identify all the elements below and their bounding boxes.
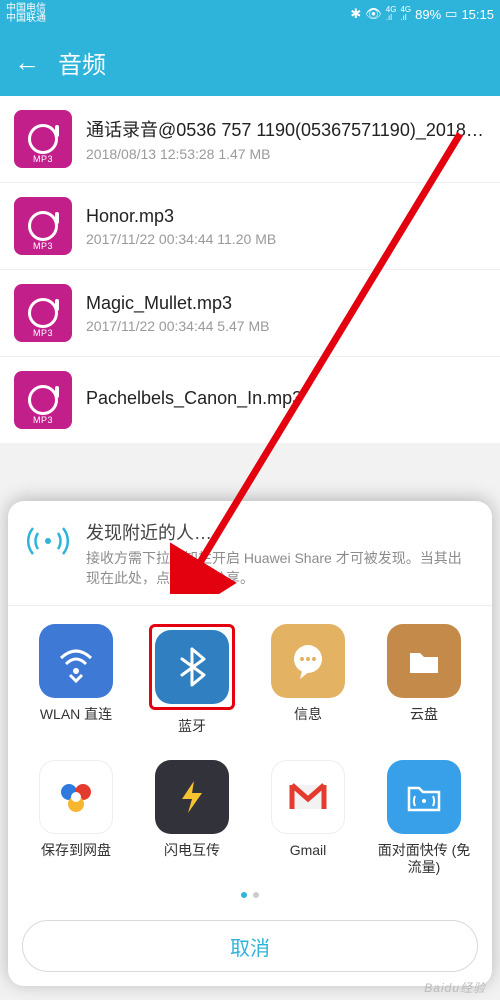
file-name: 通话录音@0536 757 1190(05367571190)_20180813… <box>86 116 486 142</box>
file-meta: 2017/11/22 00:34:44 5.47 MB <box>86 318 486 334</box>
eye-icon: 👁 <box>365 6 382 22</box>
file-name: Pachelbels_Canon_In.mp3 <box>86 388 486 409</box>
share-app-label: 云盘 <box>410 706 438 723</box>
share-app-label: 面对面快传 (免流量) <box>374 842 474 876</box>
share-app-label: 保存到网盘 <box>41 842 111 859</box>
share-app-label: WLAN 直连 <box>40 706 112 723</box>
share-baidu-netdisk[interactable]: 保存到网盘 <box>18 760 134 876</box>
network-icons: 4G .ıl <box>386 6 397 22</box>
app-header: ← 音频 <box>0 28 500 96</box>
page-indicator <box>8 882 492 914</box>
share-desc: 接收方需下拉通知栏开启 Huawei Share 才可被发现。当其出现在此处，点… <box>86 549 474 588</box>
bluetooth-icon: ✱ <box>350 6 361 22</box>
status-bar: 中国电信 中国联通 ✱ 👁 4G .ıl 4G .ıl 89% ▭ 15:15 <box>0 0 500 28</box>
share-app-label: 闪电互传 <box>164 842 220 859</box>
huawei-share-icon <box>26 519 70 563</box>
file-item[interactable]: MP3 Pachelbels_Canon_In.mp3 <box>0 357 500 443</box>
dot <box>253 892 259 898</box>
carriers: 中国电信 中国联通 <box>6 4 46 24</box>
share-messages[interactable]: 信息 <box>250 624 366 735</box>
dot-active <box>241 892 247 898</box>
mp3-icon: MP3 <box>14 284 72 342</box>
share-gmail[interactable]: Gmail <box>250 760 366 876</box>
share-cloud-drive[interactable]: 云盘 <box>366 624 482 735</box>
share-title: 发现附近的人… <box>86 519 474 545</box>
watermark: Baidu经验 <box>424 979 486 996</box>
file-item[interactable]: MP3 通话录音@0536 757 1190(05367571190)_2018… <box>0 96 500 183</box>
back-icon[interactable]: ← <box>14 47 40 78</box>
file-item[interactable]: MP3 Magic_Mullet.mp3 2017/11/22 00:34:44… <box>0 270 500 357</box>
battery-icon: ▭ <box>445 6 457 22</box>
share-sheet-header: 发现附近的人… 接收方需下拉通知栏开启 Huawei Share 才可被发现。当… <box>8 501 492 605</box>
mp3-icon: MP3 <box>14 371 72 429</box>
carrier-2: 中国联通 <box>6 14 46 24</box>
share-app-label: 信息 <box>294 706 322 723</box>
folder-icon <box>402 639 446 683</box>
share-flash-transfer[interactable]: 闪电互传 <box>134 760 250 876</box>
share-app-label: 蓝牙 <box>178 718 206 735</box>
share-face-to-face[interactable]: 面对面快传 (免流量) <box>366 760 482 876</box>
battery-percent: 89% <box>415 7 441 22</box>
share-bluetooth[interactable]: 蓝牙 <box>134 624 250 735</box>
baidu-cloud-icon <box>51 772 101 822</box>
lightning-icon <box>172 777 212 817</box>
file-meta: 2017/11/22 00:34:44 11.20 MB <box>86 231 486 247</box>
share-sheet: 发现附近的人… 接收方需下拉通知栏开启 Huawei Share 才可被发现。当… <box>8 501 492 986</box>
gmail-icon <box>284 773 332 821</box>
cancel-button[interactable]: 取消 <box>22 920 478 972</box>
file-name: Magic_Mullet.mp3 <box>86 293 486 314</box>
network-icons-2: 4G .ıl <box>400 6 411 22</box>
clock: 15:15 <box>461 7 494 22</box>
tutorial-highlight <box>149 624 235 710</box>
mp3-icon: MP3 <box>14 110 72 168</box>
file-name: Honor.mp3 <box>86 206 486 227</box>
audio-list[interactable]: MP3 通话录音@0536 757 1190(05367571190)_2018… <box>0 96 500 443</box>
file-item[interactable]: MP3 Honor.mp3 2017/11/22 00:34:44 11.20 … <box>0 183 500 270</box>
mp3-icon: MP3 <box>14 197 72 255</box>
message-icon <box>286 639 330 683</box>
share-apps-grid: WLAN 直连 蓝牙 信 <box>8 606 492 882</box>
bluetooth-icon <box>170 645 214 689</box>
file-meta: 2018/08/13 12:53:28 1.47 MB <box>86 146 486 162</box>
share-app-label: Gmail <box>290 842 327 859</box>
share-wlan-direct[interactable]: WLAN 直连 <box>18 624 134 735</box>
folder-share-icon <box>401 774 447 820</box>
page-title: 音频 <box>58 45 106 80</box>
wlan-icon <box>53 638 99 684</box>
